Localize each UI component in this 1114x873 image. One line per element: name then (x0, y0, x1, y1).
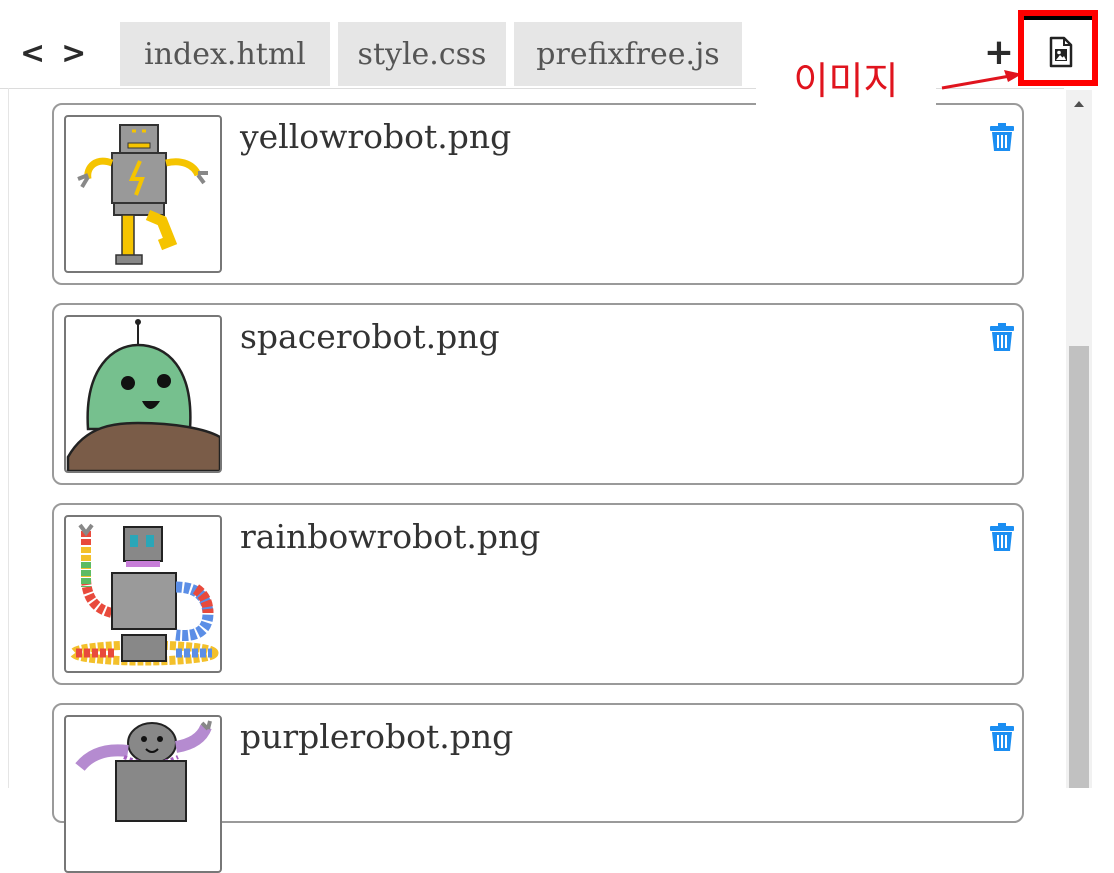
annotation-arrow (941, 70, 1022, 90)
file-name: yellowrobot.png (240, 117, 512, 156)
tab-index-html[interactable]: index.html (120, 22, 330, 86)
trash-icon[interactable] (990, 123, 1014, 151)
image-file-icon (1049, 36, 1073, 68)
image-file-card[interactable]: rainbowrobot.png (52, 503, 1024, 685)
scroll-up-arrow-icon[interactable] (1066, 94, 1092, 114)
image-file-card[interactable]: spacerobot.png (52, 303, 1024, 485)
trash-icon[interactable] (990, 523, 1014, 551)
file-name: rainbowrobot.png (240, 517, 541, 556)
scrollbar-thumb[interactable] (1069, 346, 1089, 788)
yellowrobot-thumbnail (64, 115, 222, 273)
add-file-button[interactable]: + (982, 35, 1016, 71)
spacerobot-thumbnail (64, 315, 222, 473)
tab-prefixfree-js[interactable]: prefixfree.js (514, 22, 742, 86)
chevron-left-icon[interactable]: < (20, 39, 45, 69)
trash-icon[interactable] (990, 323, 1014, 351)
tab-style-css[interactable]: style.css (338, 22, 506, 86)
rainbowrobot-thumbnail (64, 515, 222, 673)
purplerobot-thumbnail (64, 715, 222, 873)
image-file-card[interactable]: purplerobot.png (52, 703, 1024, 873)
chevron-right-icon[interactable]: > (61, 39, 86, 69)
nav-arrows: < > (20, 34, 86, 74)
panel-left-border (8, 88, 9, 788)
file-name: spacerobot.png (240, 317, 500, 356)
annotation-label: 이미지 (756, 44, 936, 110)
trash-icon[interactable] (990, 723, 1014, 751)
vertical-scrollbar[interactable] (1066, 90, 1092, 788)
image-tab-button[interactable] (1024, 14, 1098, 84)
image-file-card[interactable]: yellowrobot.png (52, 103, 1024, 285)
file-name: purplerobot.png (240, 717, 514, 756)
